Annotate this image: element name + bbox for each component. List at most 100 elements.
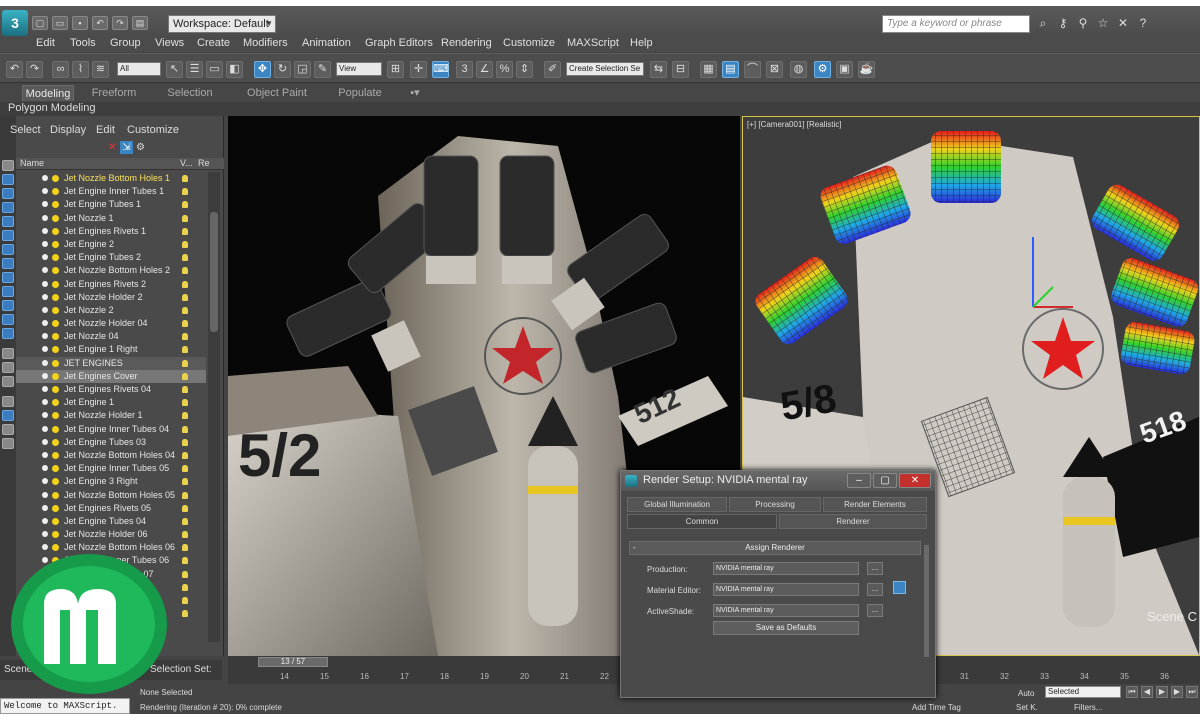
display-geometry-icon[interactable] — [2, 174, 14, 185]
list-item[interactable]: Jet Engine Tubes 1 — [16, 198, 206, 211]
list-item[interactable]: Jet Nozzle Holder 1 — [16, 409, 206, 422]
render-toggle-icon[interactable] — [182, 188, 188, 196]
collapse-icon[interactable]: - — [633, 542, 636, 554]
scrollbar-thumb[interactable] — [210, 212, 218, 332]
menu-help[interactable]: Help — [630, 37, 653, 49]
tab-render-elements[interactable]: Render Elements — [823, 497, 927, 512]
angle-snap-icon[interactable]: ∠ — [476, 61, 493, 78]
list-item[interactable]: Jet Nozzle 1 — [16, 212, 206, 225]
list-item[interactable]: Jet Engine Inner Tubes 04 — [16, 423, 206, 436]
select-move-icon[interactable]: ✥ — [254, 61, 271, 78]
play-icon[interactable]: ▶ — [1156, 686, 1168, 698]
render-toggle-icon[interactable] — [182, 412, 188, 420]
list-item[interactable]: Jet Engines Rivets 04 — [16, 383, 206, 396]
material-editor-icon[interactable]: ◍ — [790, 61, 807, 78]
list-item[interactable]: Jet Engine Tubes 2 — [16, 251, 206, 264]
render-toggle-icon[interactable] — [182, 175, 188, 182]
key-filter-dropdown[interactable]: Selected — [1045, 686, 1121, 698]
find-icon[interactable]: ⇲ — [120, 141, 133, 154]
maximize-icon[interactable]: ▢ — [873, 473, 897, 488]
display-none-icon[interactable] — [2, 160, 14, 171]
render-toggle-icon[interactable] — [182, 465, 188, 473]
visibility-icon[interactable] — [42, 240, 48, 247]
list-item[interactable]: Jet Nozzle Bottom Holes 04 — [16, 449, 206, 462]
minimize-icon[interactable]: – — [847, 473, 871, 488]
assign-renderer-rollout[interactable]: - Assign Renderer — [629, 541, 921, 555]
list-item[interactable]: Jet Engine 2 — [16, 238, 206, 251]
menu-modifiers[interactable]: Modifiers — [243, 37, 288, 49]
explorer-menu-display[interactable]: Display — [50, 124, 86, 136]
visibility-icon[interactable] — [42, 201, 48, 208]
render-toggle-icon[interactable] — [182, 544, 188, 552]
dialog-title-bar[interactable]: Render Setup: NVIDIA mental ray – ▢ ✕ — [621, 471, 935, 491]
visibility-icon[interactable] — [42, 254, 48, 261]
menu-views[interactable]: Views — [155, 37, 184, 49]
list-item[interactable]: JET ENGINES — [16, 356, 206, 370]
reference-coordinate-dropdown[interactable]: View — [336, 62, 382, 76]
tab-freeform[interactable]: Freeform — [84, 85, 144, 101]
display-hidden-icon[interactable] — [2, 328, 14, 339]
column-visible[interactable]: V... — [180, 158, 193, 168]
visibility-icon[interactable] — [42, 438, 48, 445]
visibility-icon[interactable] — [42, 333, 48, 340]
explorer-menu-edit[interactable]: Edit — [96, 124, 115, 136]
menu-edit[interactable]: Edit — [36, 37, 55, 49]
render-toggle-icon[interactable] — [182, 214, 188, 222]
render-toggle-icon[interactable] — [182, 359, 188, 367]
visibility-icon[interactable] — [42, 372, 48, 379]
render-toggle-icon[interactable] — [182, 531, 188, 539]
display-xrefs-icon[interactable] — [2, 272, 14, 283]
list-item[interactable]: Jet Nozzle Holder 04 — [16, 317, 206, 330]
list-item[interactable]: Jet Engines Rivets 1 — [16, 225, 206, 238]
visibility-icon[interactable] — [42, 267, 48, 274]
select-scale-icon[interactable]: ◲ — [294, 61, 311, 78]
menu-rendering[interactable]: Rendering — [441, 37, 492, 49]
render-toggle-icon[interactable] — [182, 280, 188, 288]
list-item[interactable]: Jet Engines Rivets 05 — [16, 502, 206, 515]
list-item[interactable]: Jet Engine 3 Right — [16, 475, 206, 488]
visibility-icon[interactable] — [42, 491, 48, 498]
visibility-icon[interactable] — [42, 544, 48, 551]
visibility-icon[interactable] — [42, 425, 48, 432]
render-toggle-icon[interactable] — [182, 399, 188, 407]
visibility-icon[interactable] — [42, 531, 48, 538]
display-frozen-icon[interactable] — [2, 314, 14, 325]
close-icon[interactable]: ✕ — [1116, 16, 1130, 30]
column-name[interactable]: Name — [20, 158, 44, 168]
menu-maxscript[interactable]: MAXScript — [567, 37, 619, 49]
display-helpers-icon[interactable] — [2, 230, 14, 241]
unlink-icon[interactable]: ⌇ — [72, 61, 89, 78]
explorer-scrollbar[interactable] — [208, 172, 220, 642]
menu-create[interactable]: Create — [197, 37, 230, 49]
display-shapes-icon[interactable] — [2, 188, 14, 199]
named-selection-set-dropdown[interactable]: Create Selection Se — [566, 62, 644, 76]
visibility-icon[interactable] — [42, 451, 48, 458]
display-bones-icon[interactable] — [2, 286, 14, 297]
visibility-icon[interactable] — [42, 227, 48, 234]
render-toggle-icon[interactable] — [182, 610, 188, 618]
align-icon[interactable]: ⊟ — [672, 61, 689, 78]
render-toggle-icon[interactable] — [182, 306, 188, 314]
visibility-icon[interactable] — [42, 504, 48, 511]
star-icon[interactable]: ☆ — [1096, 16, 1110, 30]
spinner-snap-icon[interactable]: ⇕ — [516, 61, 533, 78]
key-filters-button[interactable]: Filters... — [1074, 703, 1102, 712]
application-button[interactable]: 3 — [2, 10, 28, 36]
lock-icon[interactable] — [893, 581, 906, 594]
list-item[interactable]: Jet Nozzle Bottom Holes 1 — [16, 172, 206, 185]
snaps-toggle-icon[interactable]: 3 — [456, 61, 473, 78]
workspace-dropdown[interactable]: Workspace: Default ▼ — [168, 15, 276, 33]
display-invert-icon[interactable] — [2, 362, 14, 373]
sort-icon[interactable] — [2, 424, 14, 435]
display-groups-icon[interactable] — [2, 258, 14, 269]
visibility-icon[interactable] — [42, 175, 48, 181]
list-item[interactable]: Jet Engines Cover — [16, 369, 206, 383]
explorer-menu-customize[interactable]: Customize — [127, 124, 179, 136]
curve-editor-icon[interactable]: ⌒ — [744, 61, 761, 78]
list-item[interactable]: Jet Nozzle Bottom Holes 06 — [16, 541, 206, 554]
key-icon[interactable]: ⚷ — [1056, 16, 1070, 30]
redo-icon[interactable]: ↷ — [112, 16, 128, 30]
place-icon[interactable]: ✎ — [314, 61, 331, 78]
tab-selection[interactable]: Selection — [160, 85, 220, 101]
visibility-icon[interactable] — [42, 320, 48, 327]
